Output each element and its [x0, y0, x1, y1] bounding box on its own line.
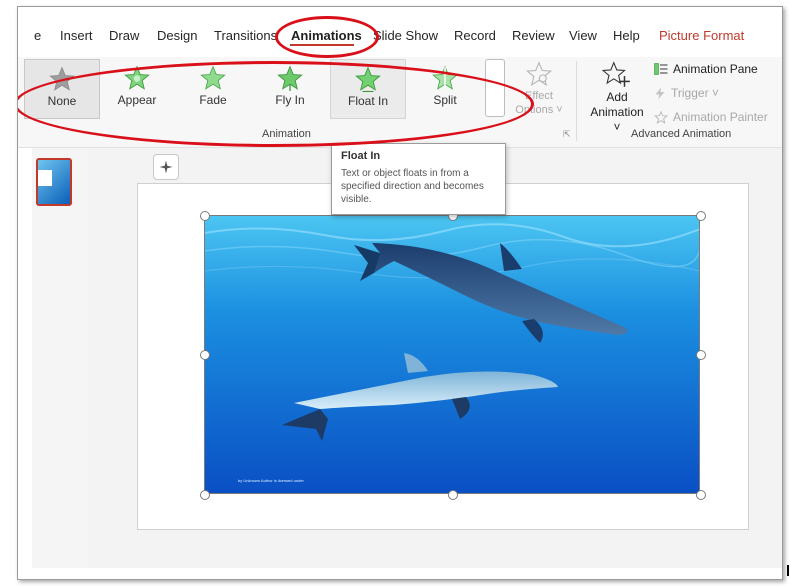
gallery-more-button[interactable]: [485, 59, 505, 117]
star-gear-icon: [526, 61, 552, 87]
animation-pane-label: Animation Pane: [673, 62, 758, 76]
star-burst-green-icon: [124, 65, 150, 90]
star-green-icon: [200, 65, 226, 90]
tooltip-title: Float In: [341, 150, 381, 162]
dolphins-picture[interactable]: by Unknown Author is licensed under: [204, 215, 700, 494]
animation-fly-in-button[interactable]: Fly In: [253, 59, 327, 117]
resize-handle-top-right[interactable]: [696, 211, 706, 221]
animation-fly-in-label: Fly In: [275, 93, 305, 107]
resize-handle-right[interactable]: [696, 350, 706, 360]
ribbon-tab-bar: e Insert Draw Design Transitions Animati…: [18, 25, 782, 55]
resize-handle-top-left[interactable]: [200, 211, 210, 221]
float-in-tooltip: Float In Text or object floats in from a…: [331, 143, 506, 215]
tab-picture-format[interactable]: Picture Format: [659, 28, 744, 43]
active-tab-indicator: [290, 44, 354, 46]
dolphins-image: [204, 215, 700, 494]
resize-handle-bottom-left[interactable]: [200, 490, 210, 500]
star-split-green-icon: [432, 65, 458, 90]
slide-thumbnail[interactable]: [36, 158, 72, 206]
resize-handle-bottom-right[interactable]: [696, 490, 706, 500]
slide-canvas: by Unknown Author is licensed under: [137, 183, 749, 530]
animation-pane-button[interactable]: Animation Pane: [654, 62, 758, 76]
animation-fade-button[interactable]: Fade: [176, 59, 250, 117]
image-credit: by Unknown Author is licensed under: [238, 478, 304, 483]
star-gray-icon: [49, 66, 75, 91]
powerpoint-window: e Insert Draw Design Transitions Animati…: [17, 6, 783, 580]
star-brush-icon: [654, 110, 668, 124]
animation-painter-label: Animation Painter: [673, 110, 768, 124]
tab-help[interactable]: Help: [613, 28, 640, 43]
animation-none-label: None: [47, 94, 77, 108]
slide-thumbnail-pane: [32, 148, 88, 568]
star-plus-icon: [602, 61, 630, 87]
effect-options-line2: Options ˅: [515, 104, 563, 116]
tab-review[interactable]: Review: [512, 28, 555, 43]
tab-draw[interactable]: Draw: [109, 28, 139, 43]
dialog-launcher-icon[interactable]: ⇱: [563, 129, 571, 140]
trigger-label: Trigger ˅: [671, 86, 719, 100]
animation-fade-label: Fade: [199, 93, 227, 107]
animation-appear-button[interactable]: Appear: [100, 59, 174, 117]
resize-handle-bottom[interactable]: [448, 490, 458, 500]
animation-split-button[interactable]: Split: [408, 59, 482, 117]
tab-transitions[interactable]: Transitions: [214, 28, 277, 43]
star-fly-green-icon: [277, 65, 303, 91]
animation-pane-icon: [654, 63, 668, 75]
tab-slide-show[interactable]: Slide Show: [373, 28, 438, 43]
designer-button[interactable]: [153, 154, 179, 180]
add-animation-button[interactable]: Add Animation ˅: [588, 61, 646, 135]
animation-none-button[interactable]: None: [24, 59, 100, 119]
tab-view[interactable]: View: [569, 28, 597, 43]
effect-options-line1: Effect: [525, 90, 553, 102]
animation-split-label: Split: [433, 93, 457, 107]
animation-float-in-button[interactable]: Float In: [330, 59, 406, 119]
trigger-button: Trigger ˅: [654, 86, 719, 100]
sparkle-icon: [159, 160, 173, 174]
resize-handle-left[interactable]: [200, 350, 210, 360]
animation-appear-label: Appear: [117, 93, 157, 107]
star-float-green-icon: [355, 66, 381, 92]
animation-group-label: Animation: [262, 128, 311, 140]
animation-painter-button: Animation Painter: [654, 110, 768, 124]
add-animation-line1: Add: [606, 90, 628, 104]
animations-ribbon: None Appear Fade Fly In Float In Split E…: [18, 57, 782, 148]
tab-insert[interactable]: Insert: [60, 28, 93, 43]
animation-float-in-label: Float In: [347, 94, 389, 108]
tab-record[interactable]: Record: [454, 28, 496, 43]
tab-animations[interactable]: Animations: [291, 28, 362, 43]
text-cursor: [787, 565, 789, 576]
tab-home-partial[interactable]: e: [34, 28, 41, 43]
lightning-icon: [655, 87, 665, 99]
tab-design[interactable]: Design: [157, 28, 197, 43]
effect-options-button: Effect Options ˅: [513, 61, 565, 117]
tooltip-body: Text or object floats in from a specifie…: [341, 168, 484, 205]
advanced-animation-group-label: Advanced Animation: [631, 128, 732, 140]
group-separator: [576, 61, 577, 141]
